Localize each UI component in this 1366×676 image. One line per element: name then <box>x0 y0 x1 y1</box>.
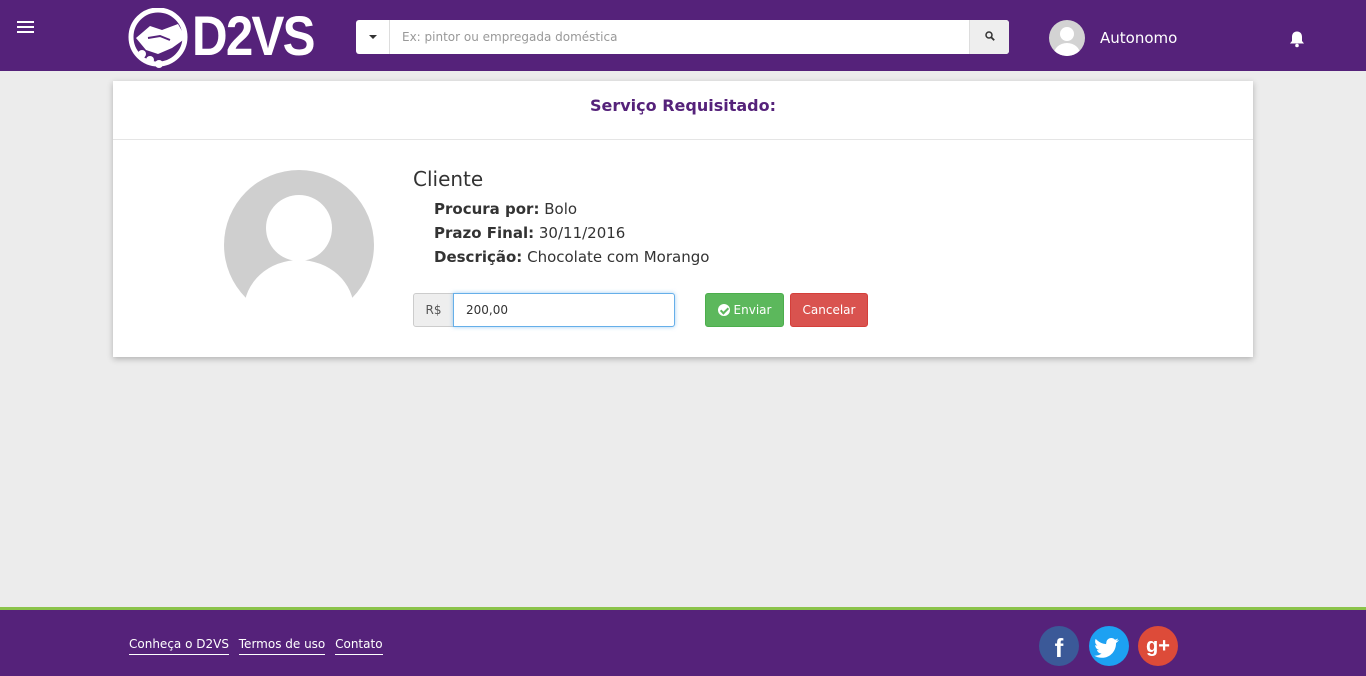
search-icon <box>985 31 995 41</box>
client-silhouette-icon <box>224 170 374 310</box>
send-label: Enviar <box>733 303 772 317</box>
search-button[interactable] <box>969 20 1009 54</box>
user-silhouette-icon <box>1054 27 1080 56</box>
client-avatar <box>224 170 374 310</box>
service-request-card: Serviço Requisitado: Cliente Procura por… <box>113 81 1253 357</box>
facebook-glyph: f <box>1054 633 1064 663</box>
info-row-procura: Procura por: Bolo <box>434 197 709 221</box>
check-circle-icon <box>717 304 730 316</box>
footer: Conheça o D2VS Termos de uso Contato f g… <box>0 607 1366 676</box>
info-label: Prazo Final: <box>434 224 535 242</box>
price-input[interactable] <box>453 293 675 327</box>
info-value: Chocolate com Morango <box>527 248 710 266</box>
user-avatar[interactable] <box>1049 20 1085 56</box>
hamburger-menu-icon[interactable] <box>15 18 37 38</box>
notification-bell-icon[interactable] <box>1288 30 1306 48</box>
logo-text: D2VS <box>192 4 315 67</box>
search-input[interactable] <box>390 20 970 54</box>
info-label: Procura por: <box>434 200 540 218</box>
footer-link-about[interactable]: Conheça o D2VS <box>129 637 229 655</box>
footer-link-terms[interactable]: Termos de uso <box>238 637 326 655</box>
card-title: Serviço Requisitado: <box>589 96 777 115</box>
cancel-label: Cancelar <box>802 303 856 317</box>
cancel-button[interactable]: Cancelar <box>790 293 868 327</box>
search-bar <box>356 20 1009 54</box>
footer-links: Conheça o D2VS Termos de uso Contato <box>129 637 389 655</box>
info-row-prazo: Prazo Final: 30/11/2016 <box>434 221 709 245</box>
footer-link-contact[interactable]: Contato <box>335 637 383 655</box>
info-value: 30/11/2016 <box>538 224 626 242</box>
currency-addon: R$ <box>413 293 454 327</box>
google-plus-glyph: g+ <box>1146 635 1170 657</box>
info-label: Descrição: <box>434 248 523 266</box>
info-row-descricao: Descrição: Chocolate com Morango <box>434 245 709 269</box>
logo[interactable]: D2VS <box>128 4 333 68</box>
user-name[interactable]: Autonomo <box>1100 29 1177 47</box>
top-navbar: D2VS Autonomo <box>0 0 1366 71</box>
card-header: Serviço Requisitado: <box>113 81 1253 140</box>
google-plus-icon[interactable]: g+ <box>1138 626 1178 666</box>
client-info: Cliente Procura por: Bolo Prazo Final: 3… <box>413 167 709 269</box>
handshake-logo-icon <box>128 8 188 68</box>
twitter-icon[interactable] <box>1089 626 1129 666</box>
facebook-icon[interactable]: f <box>1039 626 1079 666</box>
twitter-bird-icon <box>1094 638 1119 658</box>
search-category-dropdown[interactable] <box>356 20 390 54</box>
send-button[interactable]: Enviar <box>705 293 784 327</box>
client-name: Cliente <box>413 167 484 191</box>
info-value: Bolo <box>544 200 578 218</box>
